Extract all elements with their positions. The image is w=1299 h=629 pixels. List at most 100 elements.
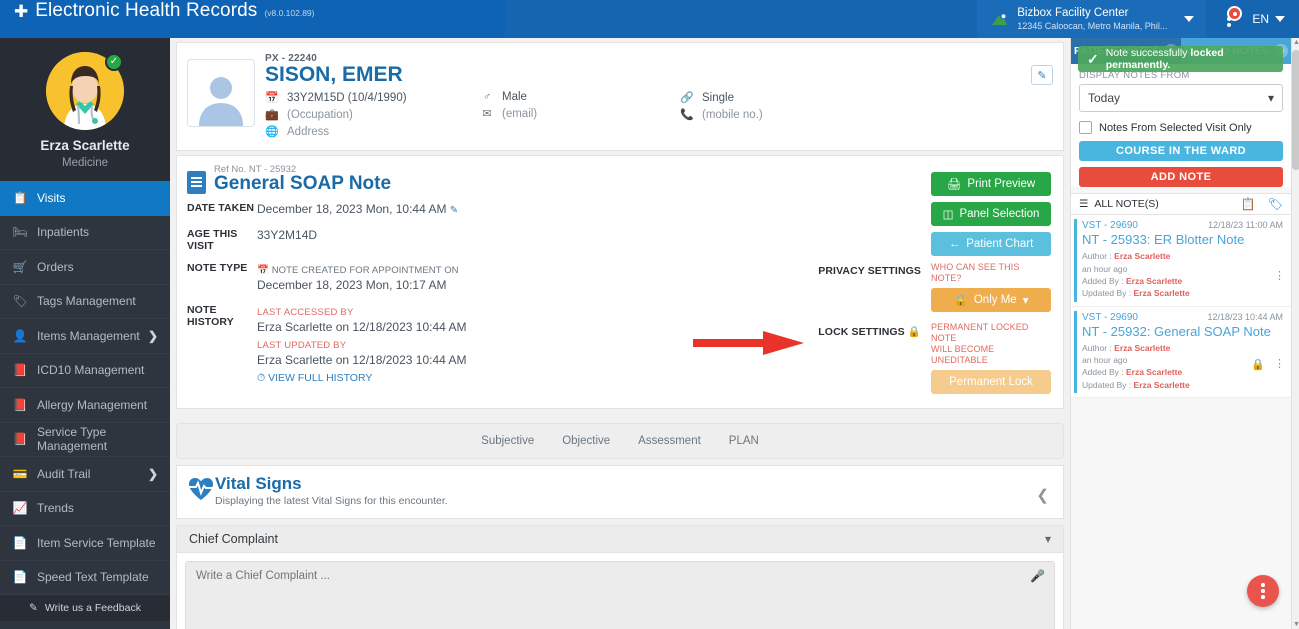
- calendar-small-icon: 📅: [257, 265, 269, 276]
- book-icon: 📕: [12, 432, 28, 446]
- note-timestamp: 12/18/23 10:44 AM: [1207, 312, 1283, 322]
- soap-tab-objective[interactable]: Objective: [562, 435, 610, 447]
- sidebar-item-orders[interactable]: 🛒 Orders: [0, 250, 170, 285]
- panel-selection-button[interactable]: ◫ Panel Selection: [931, 202, 1051, 226]
- facility-logo-icon: [991, 13, 1008, 25]
- brand[interactable]: ✚ Electronic Health Records (v8.0.102.89…: [0, 0, 505, 38]
- sidebar-item-label: Audit Trail: [37, 467, 90, 481]
- sidebar-item-feedback[interactable]: ✎ Write us a Feedback: [0, 595, 170, 621]
- microphone-icon[interactable]: 🎤: [1030, 569, 1045, 583]
- patient-email: (email): [502, 108, 537, 120]
- scroll-up-arrow-icon[interactable]: ▲: [1293, 39, 1299, 46]
- note-item-top: VST - 2969012/18/23 10:44 AM: [1082, 312, 1283, 323]
- bed-icon: 🛏: [12, 225, 28, 239]
- notes-from-selected-visit-label: Notes From Selected Visit Only: [1099, 122, 1252, 134]
- card-icon: 💳: [12, 467, 28, 481]
- scrollbar-thumb[interactable]: [1292, 50, 1299, 170]
- patient-header-card: PX - 22240 SISON, EMER 📅 33Y2M15D (10/4/…: [176, 42, 1064, 151]
- edit-date-icon[interactable]: ✎: [450, 205, 458, 216]
- edit-patient-button[interactable]: ✎: [1031, 65, 1053, 85]
- file-icon: 📄: [12, 570, 28, 584]
- print-preview-button[interactable]: 🖨 Print Preview: [931, 172, 1051, 196]
- scroll-down-arrow-icon[interactable]: ▼: [1293, 621, 1299, 628]
- chief-complaint-header[interactable]: Chief Complaint ▾: [176, 525, 1064, 553]
- soap-tab-subjective[interactable]: Subjective: [481, 435, 534, 447]
- patient-address-row: 🌐 Address: [265, 125, 480, 138]
- note-updated-by: Erza Scarlette: [1134, 380, 1190, 390]
- meta-label: DATE TAKEN: [187, 201, 257, 218]
- note-list-item[interactable]: VST - 2969012/18/23 11:00 AMNT - 25933: …: [1071, 215, 1291, 307]
- course-in-the-ward-button[interactable]: COURSE IN THE WARD: [1079, 141, 1283, 161]
- sidebar-item-items-management[interactable]: 👤Items Management❯: [0, 319, 170, 354]
- permanent-lock-button[interactable]: Permanent Lock: [931, 370, 1051, 394]
- floating-action-button[interactable]: [1247, 575, 1279, 607]
- sidebar-item-speed-text-template[interactable]: 📄Speed Text Template: [0, 561, 170, 596]
- sidebar-item-inpatients[interactable]: 🛏Inpatients: [0, 216, 170, 251]
- panel-selection-label: Panel Selection: [959, 208, 1039, 220]
- add-note-button[interactable]: ADD NOTE: [1079, 167, 1283, 187]
- facility-address: 12345 Caloocan, Metro Manila, Phil...: [1017, 21, 1167, 32]
- avatar[interactable]: ✓: [46, 52, 124, 130]
- all-notes-header: ☰ ALL NOTE(S) 📋 🏷: [1071, 193, 1291, 215]
- sidebar-item-visits[interactable]: 📋Visits: [0, 181, 170, 216]
- sidebar-item-item-service-template[interactable]: 📄Item Service Template: [0, 526, 170, 561]
- soap-tab-assessment[interactable]: Assessment: [638, 435, 701, 447]
- note-item-kebab-icon[interactable]: ⋮: [1274, 273, 1285, 280]
- sidebar-item-audit-trail[interactable]: 💳Audit Trail❯: [0, 457, 170, 492]
- vital-signs-collapse-button[interactable]: ❮: [1036, 486, 1049, 504]
- sidebar-item-label: Write us a Feedback: [45, 602, 141, 614]
- patient-detail-col-2: ♂ Male ✉ (email): [480, 91, 680, 138]
- notes-from-selected-visit-checkbox[interactable]: Notes From Selected Visit Only: [1079, 121, 1283, 134]
- document-icon: [187, 171, 206, 194]
- clipboard-icon: 📋: [12, 191, 28, 205]
- chevron-down-icon[interactable]: ▾: [1045, 532, 1051, 546]
- vital-signs-title: Vital Signs: [215, 475, 448, 494]
- patient-name[interactable]: SISON, EMER: [265, 63, 1051, 87]
- calendar-icon: 📅: [265, 91, 279, 104]
- chief-complaint-input[interactable]: [185, 561, 1055, 629]
- note-updated-by-label: Updated By :: [1082, 288, 1131, 298]
- language-selector[interactable]: EN: [1248, 12, 1285, 26]
- privacy-value-label: Only Me: [974, 294, 1017, 306]
- notes-panel: PATIENT NOTES 2 SHARED NOTES 0 DISPLAY N…: [1070, 38, 1291, 629]
- patient-chart-button[interactable]: ← Patient Chart: [931, 232, 1051, 256]
- note-author: Erza Scarlette: [1114, 343, 1170, 353]
- page-scrollbar[interactable]: ▲ ▼: [1291, 38, 1299, 629]
- sidebar-item-tags-management[interactable]: 🏷Tags Management: [0, 285, 170, 320]
- patient-mobile: (mobile no.): [702, 109, 763, 121]
- notes-panel-controls: DISPLAY NOTES FROM Today ▾ Notes From Se…: [1071, 64, 1291, 187]
- sidebar-item-allergy-management[interactable]: 📕Allergy Management: [0, 388, 170, 423]
- patient-gender-row: ♂ Male: [480, 91, 680, 103]
- sidebar-item-label: Orders: [37, 260, 74, 274]
- meta-label: AGE THIS VISIT: [187, 227, 257, 252]
- patient-age-row: 📅 33Y2M15D (10/4/1990): [265, 91, 480, 104]
- note-actions: 🖨 Print Preview ◫ Panel Selection ← Pati…: [811, 172, 1051, 396]
- soap-note-card: Ref No. NT - 25932 General SOAP Note DAT…: [176, 155, 1064, 409]
- tag-icon[interactable]: 🏷: [1268, 197, 1283, 211]
- app-version: (v8.0.102.89): [264, 8, 314, 18]
- top-bar: ✚ Electronic Health Records (v8.0.102.89…: [0, 0, 1299, 38]
- soap-tab-plan[interactable]: PLAN: [729, 435, 759, 447]
- note-item-kebab-icon[interactable]: ⋮: [1274, 361, 1285, 368]
- note-item-title[interactable]: NT - 25933: ER Blotter Note: [1082, 232, 1283, 248]
- privacy-only-me-button[interactable]: 🔒 Only Me ▾: [931, 288, 1051, 312]
- note-added-by-label: Added By :: [1082, 367, 1124, 377]
- sidebar-profile: ✓ Erza Scarlette Medicine: [0, 38, 170, 181]
- notifications-menu-button[interactable]: [1216, 4, 1242, 34]
- copy-icon[interactable]: 📋: [1241, 197, 1256, 211]
- note-added-by: Erza Scarlette: [1126, 276, 1182, 286]
- facility-selector[interactable]: Bizbox Facility Center 12345 Caloocan, M…: [977, 0, 1206, 38]
- note-list-item[interactable]: VST - 2969012/18/23 10:44 AMNT - 25932: …: [1071, 307, 1291, 399]
- view-full-history-link[interactable]: ⏱ VIEW FULL HISTORY: [257, 372, 372, 384]
- toast-message-plain: Note successfully: [1106, 47, 1191, 59]
- sidebar-item-icd10-management[interactable]: 📕ICD10 Management: [0, 354, 170, 389]
- sidebar-item-trends[interactable]: 📈Trends: [0, 492, 170, 527]
- last-updated-caption: LAST UPDATED BY: [257, 340, 346, 351]
- display-notes-from-select[interactable]: Today ▾: [1079, 84, 1283, 112]
- all-notes-actions: 📋 🏷: [1241, 197, 1283, 211]
- privacy-caption: WHO CAN SEE THIS NOTE?: [931, 262, 1051, 285]
- note-item-title[interactable]: NT - 25932: General SOAP Note: [1082, 324, 1283, 340]
- note-author-label: Author :: [1082, 251, 1112, 261]
- sidebar-item-service-type-management[interactable]: 📕Service Type Management: [0, 423, 170, 458]
- cart-icon: 🛒: [12, 260, 28, 274]
